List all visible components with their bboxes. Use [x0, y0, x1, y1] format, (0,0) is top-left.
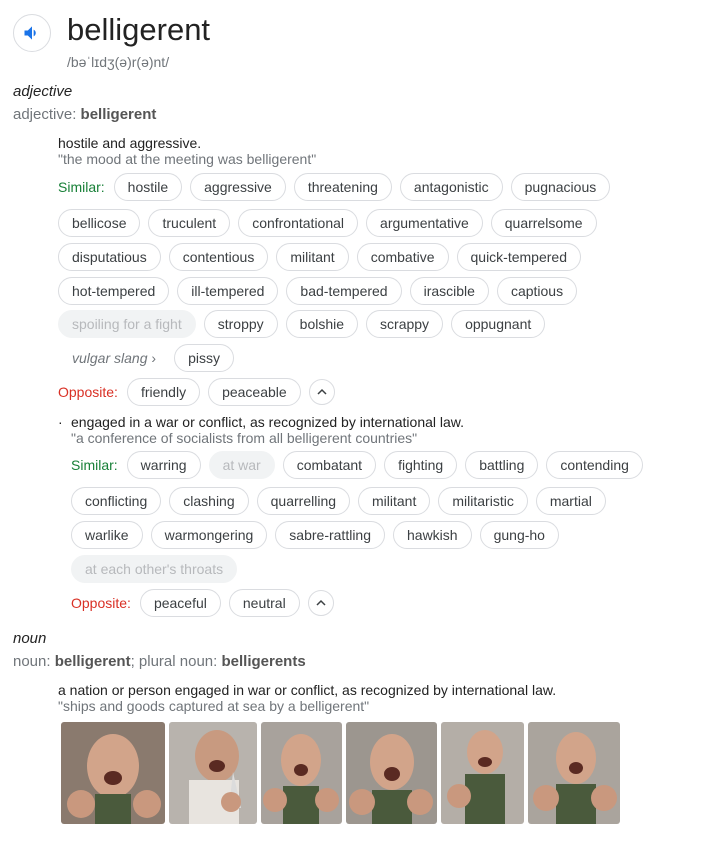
synonym-chip[interactable]: militant	[276, 243, 349, 271]
part-of-speech-adjective: adjective	[13, 83, 73, 100]
vulgar-slang-text: vulgar slang	[72, 350, 148, 366]
image-strip	[61, 722, 624, 824]
similar-row-8: warlike warmongering sabre-rattling hawk…	[71, 521, 567, 549]
synonym-chip[interactable]: bad-tempered	[286, 277, 402, 305]
synonym-chip[interactable]: warlike	[71, 521, 143, 549]
synonym-chip[interactable]: militaristic	[438, 487, 528, 515]
synonym-chip[interactable]: contentious	[168, 243, 269, 271]
synonym-chip[interactable]: ill-tempered	[177, 277, 279, 305]
synonym-chip[interactable]: hostile	[113, 173, 183, 201]
synonym-chip[interactable]: clashing	[169, 487, 249, 515]
similar-row-1: Similar: hostile aggressive threatening …	[58, 173, 618, 201]
vulgar-slang-row: vulgar slang › pissy	[58, 344, 242, 372]
antonym-chip[interactable]: peaceable	[208, 378, 301, 406]
synonym-chip[interactable]: captious	[496, 277, 578, 305]
synonym-chip[interactable]: bolshie	[285, 310, 359, 338]
synonym-chip[interactable]: combatant	[282, 451, 377, 479]
antonym-chip[interactable]: friendly	[126, 378, 201, 406]
pronunciation: /bəˈlɪdʒ(ə)r(ə)nt/	[67, 54, 170, 70]
synonym-chip[interactable]: conflicting	[71, 487, 162, 515]
synonym-chip[interactable]: aggressive	[190, 173, 286, 201]
word-form-adjective: adjective: belligerent	[13, 106, 156, 123]
image-thumbnail[interactable]	[169, 722, 257, 824]
part-of-speech-noun: noun	[13, 630, 47, 647]
synonym-chip[interactable]: threatening	[293, 173, 392, 201]
synonym-chip[interactable]: militant	[358, 487, 431, 515]
collapse-button[interactable]	[307, 590, 334, 616]
opposite-label: Opposite:	[58, 384, 118, 400]
similar-row-5: spoiling for a fight stroppy bolshie scr…	[58, 310, 553, 338]
similar-row-6: Similar: warring at war combatant fighti…	[71, 451, 651, 479]
word-form-prefix: noun:	[13, 653, 55, 670]
opposite-row-1: Opposite: friendly peaceable	[58, 378, 335, 406]
synonym-chip[interactable]: bellicose	[58, 209, 141, 237]
similar-row-4: hot-tempered ill-tempered bad-tempered i…	[58, 277, 585, 305]
synonym-chip[interactable]: martial	[535, 487, 606, 515]
synonym-chip[interactable]: hawkish	[393, 521, 472, 549]
synonym-chip[interactable]: quarrelsome	[490, 209, 597, 237]
synonym-chip[interactable]: truculent	[148, 209, 231, 237]
definition-1: hostile and aggressive.	[58, 135, 202, 151]
plural-word: belligerents	[221, 653, 306, 670]
synonym-chip[interactable]: pissy	[174, 344, 234, 372]
similar-row-3: disputatious contentious militant combat…	[58, 243, 589, 271]
similar-row-2: bellicose truculent confrontational argu…	[58, 209, 605, 237]
synonym-chip[interactable]: battling	[465, 451, 539, 479]
bullet-dot: ·	[58, 414, 63, 430]
example-2: "a conference of socialists from all bel…	[71, 430, 418, 446]
collapse-button[interactable]	[308, 379, 335, 405]
synonym-chip[interactable]: argumentative	[366, 209, 483, 237]
similar-label: Similar:	[71, 457, 118, 473]
image-thumbnail[interactable]	[261, 722, 342, 824]
synonym-chip[interactable]: pugnacious	[510, 173, 611, 201]
synonym-chip[interactable]: warmongering	[150, 521, 268, 549]
plural-prefix: ; plural noun:	[130, 653, 222, 670]
antonym-chip[interactable]: neutral	[228, 589, 300, 617]
word-form-prefix: adjective:	[13, 106, 81, 123]
synonym-chip[interactable]: quick-tempered	[456, 243, 581, 271]
synonym-chip[interactable]: hot-tempered	[58, 277, 170, 305]
image-thumbnail[interactable]	[441, 722, 524, 824]
synonym-chip-muted: at each other's throats	[71, 555, 238, 583]
definition-noun: a nation or person engaged in war or con…	[58, 682, 557, 698]
synonym-chip[interactable]: disputatious	[58, 243, 161, 271]
similar-label: Similar:	[58, 179, 105, 195]
definition-2: engaged in a war or conflict, as recogni…	[71, 414, 465, 430]
example-1: "the mood at the meeting was belligerent…	[58, 151, 317, 167]
synonym-chip[interactable]: stroppy	[203, 310, 278, 338]
synonym-chip[interactable]: contending	[546, 451, 643, 479]
synonym-chip[interactable]: scrappy	[366, 310, 444, 338]
synonym-chip[interactable]: fighting	[384, 451, 458, 479]
opposite-row-2: Opposite: peaceful neutral	[71, 589, 334, 617]
volume-icon	[24, 26, 36, 40]
synonym-chip[interactable]: combative	[356, 243, 449, 271]
synonym-chip[interactable]: warring	[126, 451, 201, 479]
synonym-chip[interactable]: irascible	[409, 277, 489, 305]
synonym-chip[interactable]: antagonistic	[399, 173, 503, 201]
chevron-up-icon	[316, 599, 326, 606]
opposite-label: Opposite:	[71, 595, 131, 611]
image-thumbnail[interactable]	[346, 722, 437, 824]
similar-row-9: at each other's throats	[71, 555, 245, 583]
image-thumbnail[interactable]	[528, 722, 620, 824]
synonym-chip[interactable]: gung-ho	[479, 521, 559, 549]
synonym-chip-muted: at war	[208, 451, 275, 479]
word-form-word: belligerent	[80, 106, 157, 123]
chevron-right-icon: ›	[151, 350, 157, 366]
example-noun: "ships and goods captured at sea by a be…	[58, 698, 370, 714]
pronounce-button[interactable]	[13, 14, 51, 52]
synonym-chip[interactable]: oppugnant	[451, 310, 546, 338]
synonym-chip[interactable]: quarrelling	[256, 487, 351, 515]
antonym-chip[interactable]: peaceful	[139, 589, 221, 617]
word-form-noun: noun: belligerent; plural noun: belliger…	[13, 653, 306, 670]
synonym-chip[interactable]: sabre-rattling	[275, 521, 385, 549]
image-thumbnail[interactable]	[61, 722, 165, 824]
word-form-word: belligerent	[54, 653, 131, 670]
synonym-chip-muted: spoiling for a fight	[58, 310, 196, 338]
vulgar-slang-label[interactable]: vulgar slang ›	[72, 350, 156, 366]
similar-row-7: conflicting clashing quarrelling militan…	[71, 487, 614, 515]
synonym-chip[interactable]: confrontational	[238, 209, 359, 237]
headword: belligerent	[67, 12, 211, 47]
chevron-up-icon	[317, 388, 327, 395]
